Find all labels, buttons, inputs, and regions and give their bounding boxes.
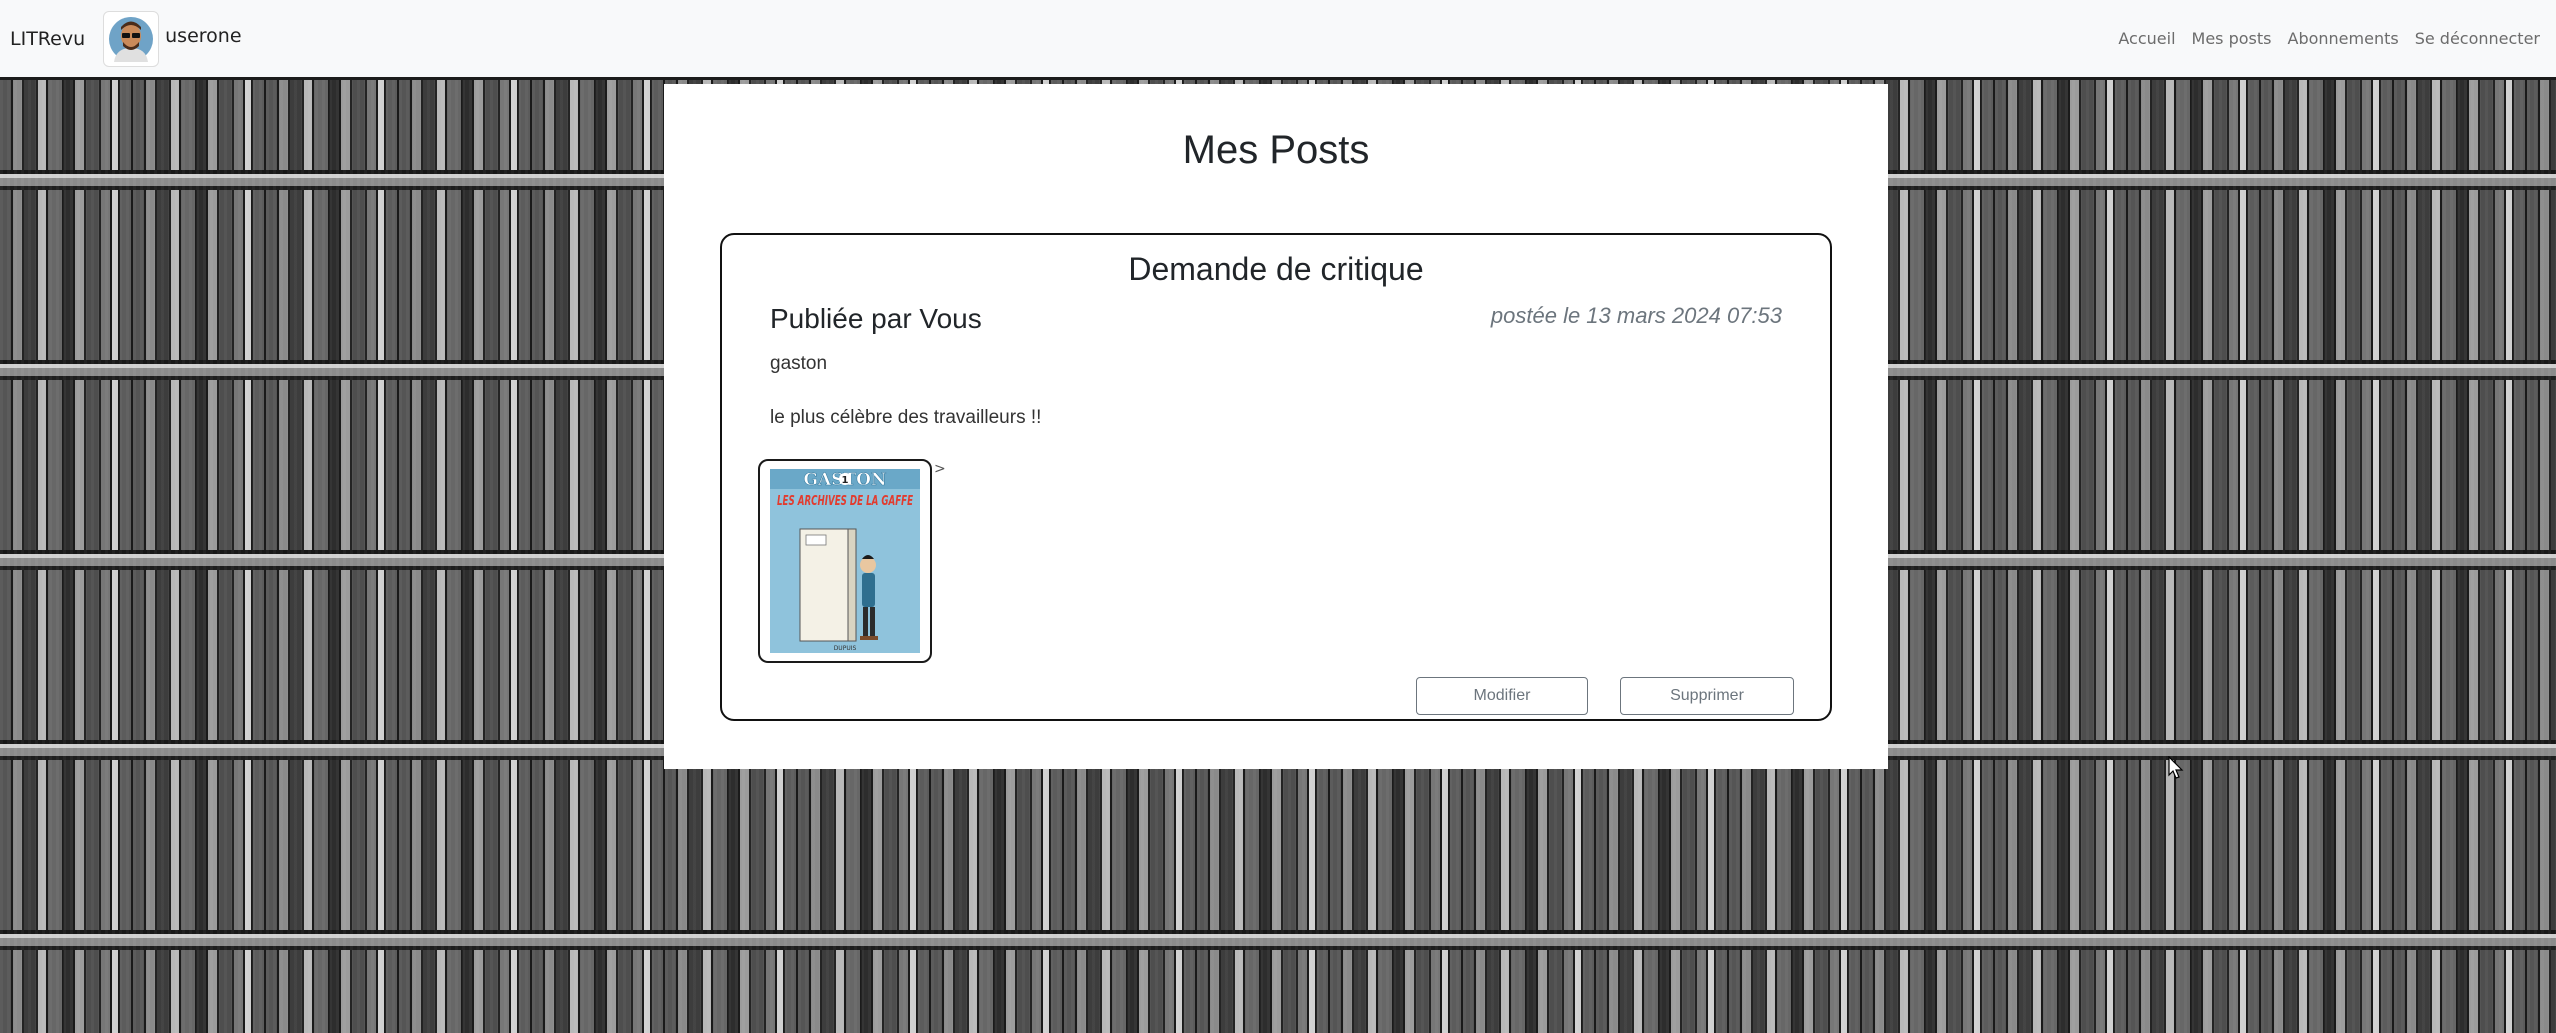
edit-button[interactable]: Modifier xyxy=(1416,677,1588,715)
brand-link[interactable]: LITRevu xyxy=(10,28,85,50)
nav-link-abonnements[interactable]: Abonnements xyxy=(2288,29,2399,48)
cover-number-text: 1 xyxy=(842,475,849,486)
stray-text: > xyxy=(934,461,946,477)
nav-link-mes-posts[interactable]: Mes posts xyxy=(2192,29,2272,48)
nav-link-logout[interactable]: Se déconnecter xyxy=(2415,29,2540,48)
nav-links: Accueil Mes posts Abonnements Se déconne… xyxy=(2118,29,2540,48)
book-cover-illustration: GASTON 1 LES ARCHIVES DE LA GAFFE DUPUIS xyxy=(770,469,920,653)
post-type-title: Demande de critique xyxy=(1128,251,1424,287)
post-author: Publiée par Vous xyxy=(770,303,982,334)
post-date: postée le 13 mars 2024 07:53 xyxy=(1490,303,1782,328)
book-cover-image: GASTON 1 LES ARCHIVES DE LA GAFFE DUPUIS xyxy=(758,459,932,663)
avatar-icon xyxy=(109,16,154,62)
page-title: Mes Posts xyxy=(1182,128,1370,172)
cover-publisher-text: DUPUIS xyxy=(834,645,857,652)
nav-link-accueil[interactable]: Accueil xyxy=(2118,29,2175,48)
post-card: Demande de critique Publiée par Vous pos… xyxy=(720,233,1832,721)
ticket-description: le plus célèbre des travailleurs !! xyxy=(770,407,1042,428)
ticket-title: gaston xyxy=(770,353,828,374)
username-label: userone xyxy=(165,24,242,47)
cover-subtitle-text: LES ARCHIVES DE LA GAFFE xyxy=(777,494,913,509)
mouse-cursor-icon xyxy=(2168,756,2184,779)
delete-button[interactable]: Supprimer xyxy=(1620,677,1794,715)
main-panel: Mes Posts Demande de critique Publiée pa… xyxy=(664,84,1888,769)
navbar: LITRevu userone Accueil Mes posts Abonne… xyxy=(0,0,2556,80)
user-avatar xyxy=(103,10,160,67)
